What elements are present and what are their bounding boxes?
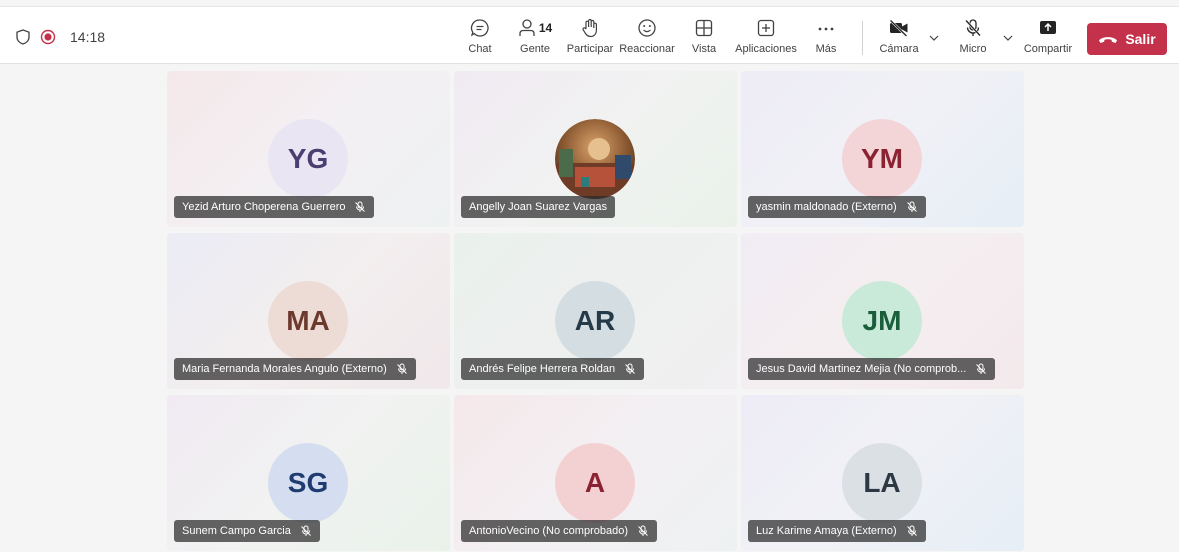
toolbar-divider bbox=[862, 21, 863, 55]
mic-off-icon bbox=[965, 19, 981, 37]
participant-name-tag: Sunem Campo Garcia bbox=[174, 520, 320, 542]
meeting-status: 14:18 bbox=[16, 29, 105, 45]
mic-muted-icon bbox=[638, 525, 648, 536]
participant-name-tag: Andrés Felipe Herrera Roldan bbox=[461, 358, 645, 380]
view-label: Vista bbox=[691, 43, 717, 55]
participant-name-tag: Jesus David Martinez Mejia (No comprob..… bbox=[748, 358, 996, 380]
participant-name: Jesus David Martinez Mejia (No comprob..… bbox=[756, 363, 967, 375]
people-count: 14 bbox=[538, 21, 553, 35]
participant-name-tag: Maria Fernanda Morales Angulo (Externo) bbox=[174, 358, 416, 380]
participant-tile[interactable]: SG Sunem Campo Garcia bbox=[167, 395, 450, 551]
camera-label: Cámara bbox=[879, 43, 919, 55]
mic-button[interactable]: Micro bbox=[955, 15, 991, 61]
mic-muted-icon bbox=[906, 201, 917, 212]
mic-muted-icon bbox=[355, 201, 366, 212]
apps-label: Aplicaciones bbox=[735, 43, 797, 55]
avatar: YM bbox=[842, 119, 922, 199]
mic-muted-icon bbox=[300, 525, 311, 536]
mic-label: Micro bbox=[959, 43, 987, 55]
participant-tile[interactable]: YG Yezid Arturo Choperena Guerrero bbox=[167, 71, 450, 227]
share-label: Compartir bbox=[1023, 43, 1073, 55]
grid-view-icon bbox=[695, 19, 713, 37]
participant-tile[interactable]: YM yasmin maldonado (Externo) bbox=[741, 71, 1024, 227]
avatar: JM bbox=[842, 281, 922, 361]
avatar: AR bbox=[555, 281, 635, 361]
mic-muted-icon bbox=[906, 525, 917, 536]
participant-name: Luz Karime Amaya (Externo) bbox=[756, 525, 897, 537]
people-icon bbox=[519, 19, 535, 36]
people-label: Gente bbox=[520, 43, 550, 55]
share-screen-icon bbox=[1040, 21, 1056, 34]
meeting-timer: 14:18 bbox=[70, 29, 106, 45]
participant-tile[interactable]: Angelly Joan Suarez Vargas bbox=[454, 71, 737, 227]
participant-tile[interactable]: LA Luz Karime Amaya (Externo) bbox=[741, 395, 1024, 551]
more-icon bbox=[818, 27, 834, 31]
chat-icon bbox=[470, 19, 489, 37]
avatar: LA bbox=[842, 443, 922, 523]
participant-name-tag: yasmin maldonado (Externo) bbox=[748, 196, 926, 218]
participant-tile[interactable]: MA Maria Fernanda Morales Angulo (Extern… bbox=[167, 233, 450, 389]
mic-muted-icon bbox=[396, 363, 407, 374]
participant-name: Angelly Joan Suarez Vargas bbox=[469, 201, 607, 213]
add-app-icon bbox=[757, 19, 775, 37]
share-button[interactable]: Compartir bbox=[1022, 15, 1074, 61]
participant-name-tag: AntonioVecino (No comprobado) bbox=[461, 520, 657, 542]
apps-button[interactable]: Aplicaciones bbox=[734, 15, 798, 61]
camera-button[interactable]: Cámara bbox=[877, 15, 921, 61]
view-button[interactable]: Vista bbox=[689, 15, 719, 61]
raise-hand-button[interactable]: Participar bbox=[566, 15, 614, 61]
participant-name: Maria Fernanda Morales Angulo (Externo) bbox=[182, 363, 387, 375]
profile-photo bbox=[555, 119, 635, 199]
more-label: Más bbox=[815, 43, 837, 55]
emoji-icon bbox=[638, 19, 656, 37]
leave-button[interactable]: Salir bbox=[1087, 23, 1167, 55]
participant-name: Andrés Felipe Herrera Roldan bbox=[469, 363, 616, 375]
participant-tile[interactable]: JM Jesus David Martinez Mejia (No compro… bbox=[741, 233, 1024, 389]
participant-name: AntonioVecino (No comprobado) bbox=[469, 525, 628, 537]
react-button[interactable]: Reaccionar bbox=[619, 15, 675, 61]
raise-hand-icon bbox=[582, 18, 597, 38]
hang-up-icon bbox=[1099, 37, 1118, 43]
avatar-photo bbox=[555, 119, 635, 199]
participant-name: Sunem Campo Garcia bbox=[182, 525, 291, 537]
avatar: MA bbox=[268, 281, 348, 361]
react-label: Reaccionar bbox=[619, 43, 675, 55]
avatar: YG bbox=[268, 119, 348, 199]
leave-label: Salir bbox=[1125, 31, 1156, 47]
camera-off-icon bbox=[889, 19, 908, 37]
chat-label: Chat bbox=[468, 43, 492, 55]
participant-tile[interactable]: A AntonioVecino (No comprobado) bbox=[454, 395, 737, 551]
shield-icon bbox=[16, 29, 30, 45]
chat-button[interactable]: Chat bbox=[466, 15, 494, 61]
meeting-toolbar: 14:18 Chat 14 Gente Participar Reacciona… bbox=[0, 6, 1179, 64]
participant-name-tag: Angelly Joan Suarez Vargas bbox=[461, 196, 615, 218]
people-button[interactable]: 14 Gente bbox=[515, 15, 555, 61]
participant-name-tag: Yezid Arturo Choperena Guerrero bbox=[174, 196, 375, 218]
mic-muted-icon bbox=[625, 363, 635, 374]
participant-name: Yezid Arturo Choperena Guerrero bbox=[182, 201, 346, 213]
mic-muted-icon bbox=[976, 363, 987, 374]
mic-options-chevron-icon[interactable] bbox=[1002, 33, 1014, 43]
avatar: SG bbox=[268, 443, 348, 523]
participant-name: yasmin maldonado (Externo) bbox=[756, 201, 897, 213]
avatar: A bbox=[555, 443, 635, 523]
recording-icon bbox=[40, 29, 56, 45]
camera-options-chevron-icon[interactable] bbox=[928, 33, 940, 43]
participant-name-tag: Luz Karime Amaya (Externo) bbox=[748, 520, 926, 542]
participant-tile[interactable]: AR Andrés Felipe Herrera Roldan bbox=[454, 233, 737, 389]
more-button[interactable]: Más bbox=[813, 15, 839, 61]
raise-hand-label: Participar bbox=[566, 43, 614, 55]
